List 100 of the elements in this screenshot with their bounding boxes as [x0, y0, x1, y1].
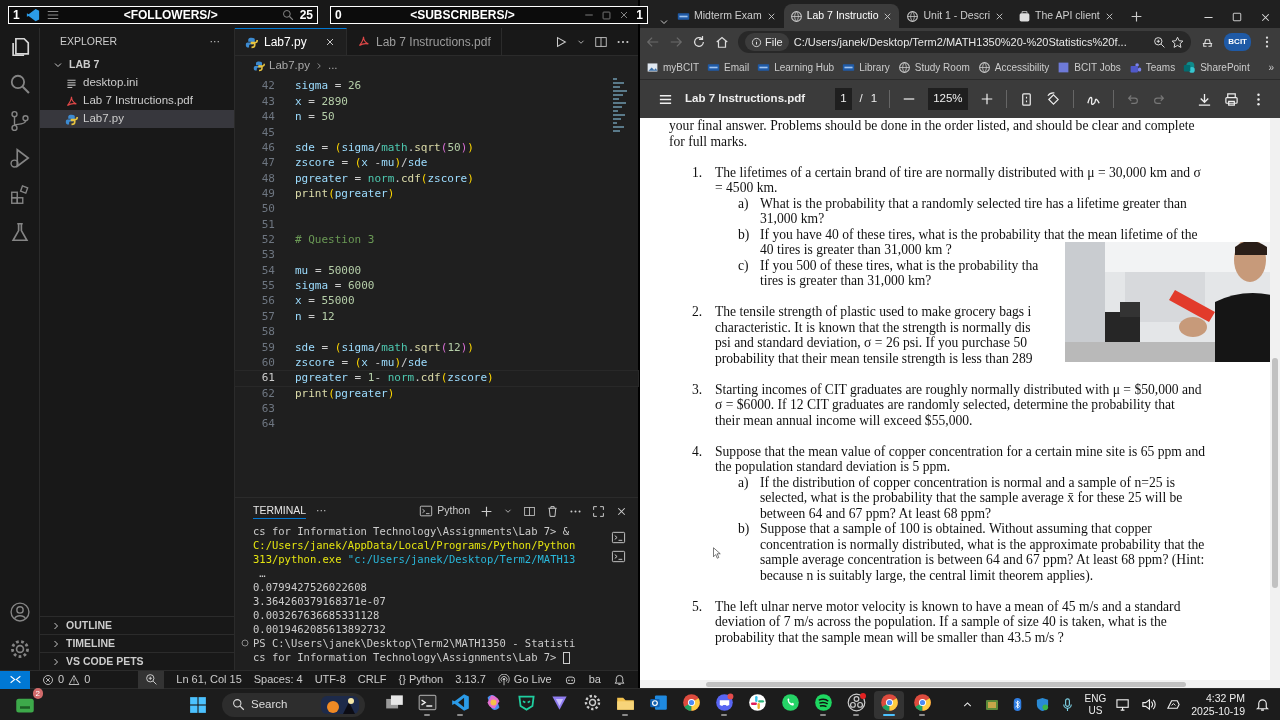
terminal-line: PS C:\Users\janek\Desktop\Term2\MATH1350 - Statisti [253, 636, 598, 650]
list-letter: b) [738, 226, 751, 244]
document-text: The tensile strength of plastic used to make grocery bags i [715, 304, 1033, 320]
document-text: σ = $6000. If 12 CIT graduates are randomly selected, determine the probability that [715, 397, 1176, 413]
bookmark[interactable]: Accessibility [977, 60, 1050, 75]
document-text: your final answer. Problems should be done in the order listed, and should be clear and complete [669, 118, 1196, 134]
code-line: n = 12 [295, 308, 335, 325]
bookmark[interactable]: Email [707, 60, 750, 75]
document-text: 31,000 km? [760, 211, 826, 227]
bookmark[interactable]: Library [842, 60, 890, 75]
code-line: x = 2890 [295, 93, 348, 110]
line-number: 52 [260, 232, 275, 249]
line-number: 53 [260, 247, 275, 264]
document-text: The left ulnar nerve motor velocity is known to have a mean of 45 m/s and a standard [715, 598, 1181, 614]
bookmark[interactable]: BCIT Jobs [1057, 60, 1121, 75]
input-region[interactable]: US [1088, 704, 1103, 717]
code-line: n = 50 [295, 109, 335, 126]
problems-button[interactable]: 0 0 [42, 671, 91, 688]
more-button[interactable]: ··· [316, 503, 327, 519]
section-header[interactable]: OUTLINE [40, 616, 234, 634]
indentation[interactable]: Spaces: 4 [253, 671, 303, 688]
document-text: for full marks. [669, 133, 749, 149]
line-number: 48 [260, 170, 275, 187]
file-item[interactable]: Lab7.py [40, 110, 234, 128]
more-button[interactable]: ··· [209, 34, 220, 50]
list-number: 4. [692, 443, 704, 459]
editor-tab[interactable]: Lab 7 Instructions.pdf [347, 28, 502, 55]
bookmark[interactable]: Study Room [897, 60, 970, 75]
file-item[interactable]: desktop.ini [40, 74, 234, 92]
breadcrumb-item[interactable]: ... [327, 57, 338, 75]
document-text: between 64 and 67 ppm? At least 68 ppm? [760, 505, 993, 521]
list-number: 2. [692, 304, 704, 320]
line-number: 50 [260, 201, 275, 218]
browser-tab[interactable]: Midterm Exam [671, 4, 783, 28]
document-text: The lifetimes of a certain brand of tire are normally distributed with μ = 30,000 km and σ [715, 164, 1201, 180]
breadcrumb-item[interactable]: Lab7.py [269, 57, 310, 75]
panel-tab[interactable]: TERMINAL [253, 502, 307, 520]
page-number-field[interactable]: 1 [835, 88, 852, 110]
clock-time[interactable]: 4:32 PM [1205, 691, 1245, 705]
document-text: psi and standard deviation, σ = 26 psi. If you purchase 50 [715, 335, 1029, 351]
file-item[interactable]: Lab 7 Instructions.pdf [40, 92, 234, 110]
document-text: probability that their mean tensile strength is less than 289 [715, 350, 1033, 366]
code-line: zscore = (x -mu)/sde [295, 354, 428, 371]
line-number: 42 [260, 78, 275, 95]
line-number: 46 [260, 139, 275, 156]
editor-tab[interactable]: Lab7.py [235, 28, 347, 55]
overlay-number: 1 [13, 7, 20, 24]
list-letter: a) [738, 474, 750, 492]
terminal-line: 0.0019462085613892732 [253, 622, 387, 636]
line-number: 49 [260, 185, 275, 202]
browser-tab[interactable]: Unit 1 - Descri [900, 4, 1011, 28]
line-ending[interactable]: CRLF [357, 671, 387, 688]
document-text: sample average concentration is between 64 and 67 ppm? At least 68 ppm? (Hint: [760, 552, 1205, 568]
document-text: 40 tires is greater than 31,000 km ? [760, 242, 953, 258]
site-info-button[interactable]: File [745, 32, 789, 52]
folder-row[interactable]: LAB 7 [40, 56, 234, 74]
document-text: What is the probability that a randomly selected tire has a lifetime greater than [760, 195, 1187, 211]
line-number: 60 [260, 354, 275, 371]
cursor-position[interactable]: Ln 61, Col 15 [176, 671, 242, 688]
bookmark[interactable]: myBCIT [646, 60, 700, 75]
line-number: 43 [260, 93, 275, 110]
line-number: 47 [260, 155, 275, 172]
bookmark[interactable]: Learning Hub [757, 60, 835, 75]
language-mode[interactable]: {} Python [398, 671, 444, 688]
terminal-line: 313/python.exe "c:/Users/janek/Desktop/Term2/MATH13 [253, 552, 577, 566]
document-text: If you 500 of these tires, what is the probability tha [760, 257, 1039, 273]
document-text: Suppose that a sample of 100 is obtained. Without assuming that copper [760, 521, 1153, 537]
code-line: print(pgreater) [295, 185, 395, 202]
shell-selector[interactable]: Python [419, 503, 470, 519]
list-letter: b) [738, 521, 751, 538]
search-field[interactable]: Search [222, 692, 365, 717]
bookmark[interactable]: SharePoint [1183, 60, 1250, 75]
bookmark[interactable]: Teams [1128, 60, 1176, 75]
document-text: selected, what is the probability that the sample average x̄ for these 25 will be [760, 490, 1183, 506]
address-bar[interactable]: File C:/Users/janek/Desktop/Term2/MATH1350%20-%20Statistics%20f... [738, 31, 1192, 53]
profile-button[interactable]: BCIT [1224, 33, 1251, 51]
overlay-title: <FOLLOWERS/> [122, 7, 219, 24]
go-live-button[interactable]: Go Live [497, 671, 552, 688]
terminal-line: 0.0799427526022608 [253, 580, 368, 594]
browser-tab[interactable]: The API client [1012, 4, 1121, 28]
list-letter: a) [738, 195, 750, 213]
encoding[interactable]: UTF-8 [314, 671, 346, 688]
code-line: pgreater = norm.cdf(zscore) [295, 170, 474, 187]
code-line: mu = 50000 [295, 262, 362, 279]
section-header[interactable]: VS CODE PETS [40, 652, 234, 670]
interpreter-version[interactable]: 3.13.7 [455, 671, 486, 688]
zoom-field[interactable]: 125% [928, 88, 968, 110]
input-language[interactable]: ENG [1084, 692, 1107, 705]
code-line: # Question 3 [295, 232, 375, 249]
more-bookmarks-button[interactable]: » [1268, 60, 1274, 75]
terminal-line: … [258, 566, 267, 580]
clock-date[interactable]: 2025-10-19 [1191, 704, 1245, 718]
follower-count: 25 [299, 7, 313, 24]
terminal-line: cs for Information Technology\Assignments\Lab 7> [253, 650, 598, 664]
account-status[interactable]: ba [588, 671, 601, 688]
line-number: 58 [260, 324, 275, 341]
browser-tab[interactable]: Lab 7 Instructio [783, 4, 900, 28]
document-text: If you have 40 of these tires, what is the probability that the mean lifetime of the [760, 226, 1198, 242]
line-number: 61 [260, 370, 275, 387]
section-header[interactable]: TIMELINE [40, 634, 234, 652]
